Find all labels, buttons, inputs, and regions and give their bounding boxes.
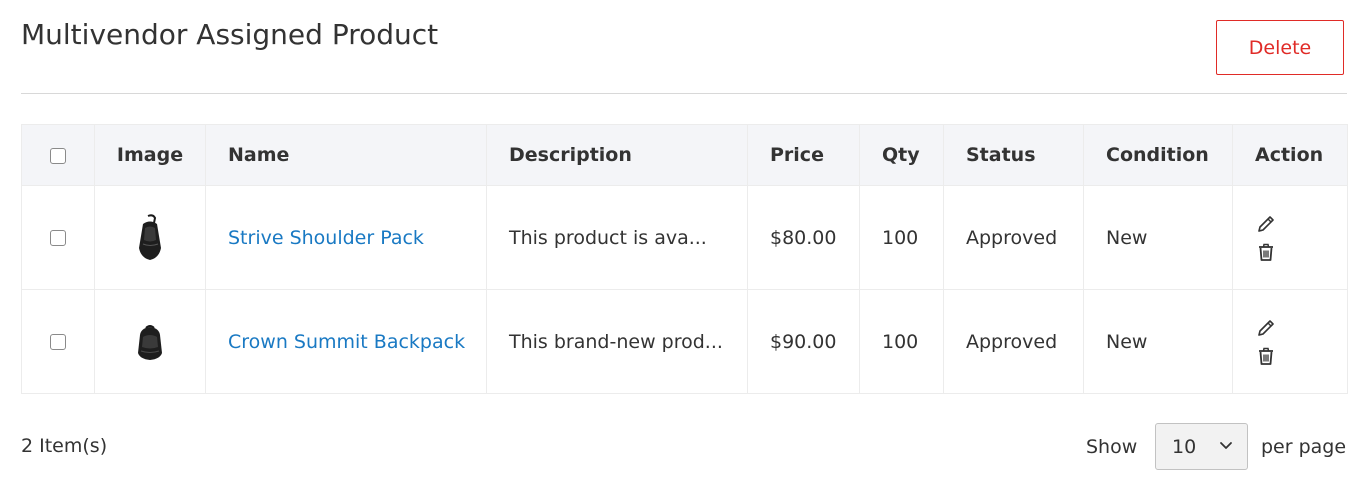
pencil-icon[interactable] <box>1255 317 1277 339</box>
backpack-image[interactable] <box>135 323 165 361</box>
item-count: 2 Item(s) <box>21 435 108 457</box>
row-checkbox[interactable] <box>50 230 66 246</box>
product-price: $80.00 <box>747 185 860 290</box>
table-header-row: Image Name Description Price Qty Status … <box>21 124 1348 186</box>
per-page-value: 10 <box>1172 436 1197 458</box>
row-checkbox[interactable] <box>50 334 66 350</box>
product-name-cell: Strive Shoulder Pack <box>205 185 487 290</box>
row-select-cell <box>21 185 95 290</box>
product-name-cell: Crown Summit Backpack <box>205 289 487 394</box>
product-condition: New <box>1083 185 1233 290</box>
title-divider <box>21 93 1347 94</box>
table-row: Strive Shoulder Pack This product is ava… <box>21 185 1348 290</box>
trash-icon[interactable] <box>1255 241 1277 263</box>
product-image-cell <box>94 289 206 394</box>
product-description: This brand-new prod... <box>509 330 723 353</box>
shoulder-pack-image[interactable] <box>135 213 165 262</box>
column-header-price[interactable]: Price <box>747 124 860 186</box>
column-header-action: Action <box>1232 124 1348 186</box>
assigned-products-page: Multivendor Assigned Product Delete Imag… <box>0 0 1368 502</box>
product-qty: 100 <box>859 185 944 290</box>
products-table: Image Name Description Price Qty Status … <box>21 124 1348 394</box>
product-name-link[interactable]: Strive Shoulder Pack <box>228 223 486 253</box>
chevron-down-icon <box>1220 442 1232 449</box>
table-row: Crown Summit Backpack This brand-new pro… <box>21 289 1348 394</box>
column-header-description[interactable]: Description <box>486 124 748 186</box>
row-select-cell <box>21 289 95 394</box>
column-header-name[interactable]: Name <box>205 124 487 186</box>
product-status: Approved <box>943 289 1084 394</box>
product-condition: New <box>1083 289 1233 394</box>
product-price: $90.00 <box>747 289 860 394</box>
per-page-select[interactable]: 10 <box>1155 423 1248 470</box>
product-description-cell: This brand-new prod... <box>486 289 748 394</box>
column-header-condition[interactable]: Condition <box>1083 124 1233 186</box>
delete-button[interactable]: Delete <box>1216 20 1344 75</box>
product-qty: 100 <box>859 289 944 394</box>
column-header-qty[interactable]: Qty <box>859 124 944 186</box>
header-select-all-cell <box>21 124 95 186</box>
product-status: Approved <box>943 185 1084 290</box>
product-description-cell: This product is ava... <box>486 185 748 290</box>
product-actions-cell <box>1232 289 1348 394</box>
per-page-label: per page <box>1261 436 1347 458</box>
select-all-checkbox[interactable] <box>50 147 66 164</box>
product-name-link[interactable]: Crown Summit Backpack <box>228 327 486 357</box>
product-description: This product is ava... <box>509 226 707 249</box>
column-header-image: Image <box>94 124 206 186</box>
product-image-cell <box>94 185 206 290</box>
show-label: Show <box>1086 436 1138 458</box>
column-header-status[interactable]: Status <box>943 124 1084 186</box>
pencil-icon[interactable] <box>1255 213 1277 235</box>
product-actions-cell <box>1232 185 1348 290</box>
page-title: Multivendor Assigned Product <box>21 18 439 51</box>
trash-icon[interactable] <box>1255 345 1277 367</box>
